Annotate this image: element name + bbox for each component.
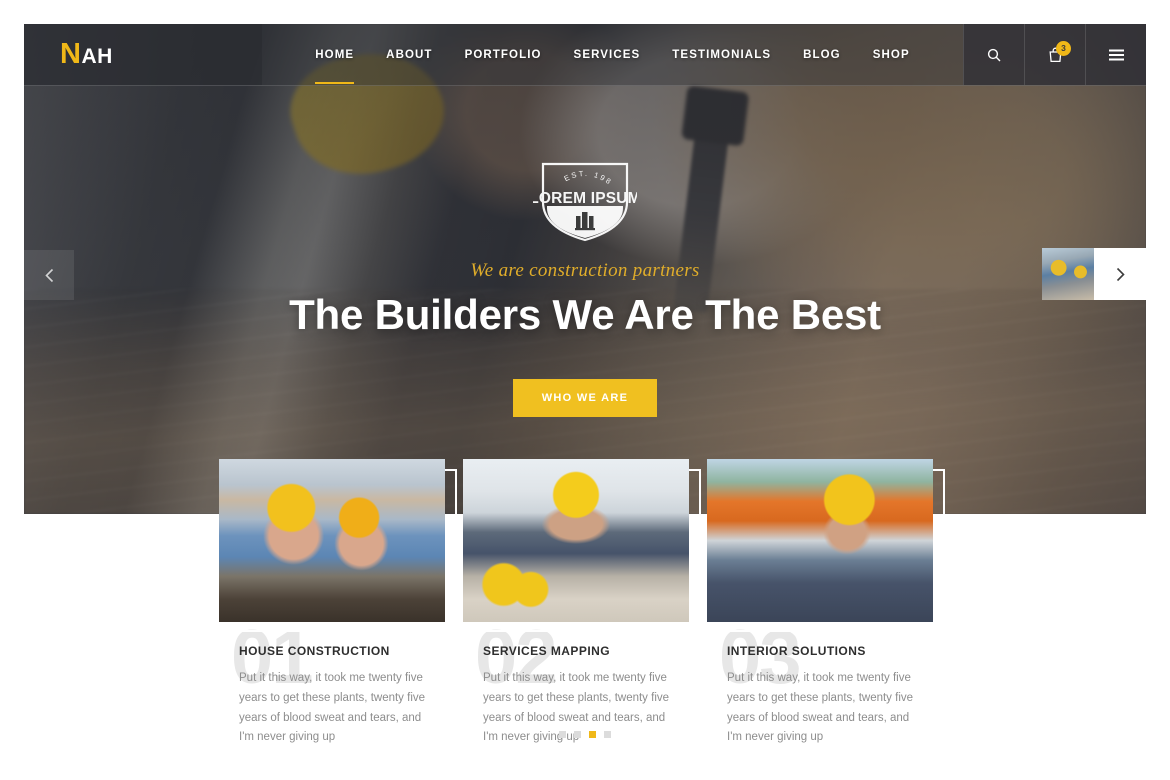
slider-next-button[interactable] bbox=[1094, 248, 1146, 300]
card-title: INTERIOR SOLUTIONS bbox=[727, 644, 866, 658]
page-root: NAH HOME ABOUT PORTFOLIO SERVICES TESTIM… bbox=[0, 0, 1170, 780]
card-media bbox=[707, 459, 945, 632]
card-title: SERVICES MAPPING bbox=[483, 644, 611, 658]
service-cards: 01 HOUSE CONSTRUCTION Put it this way, i… bbox=[0, 459, 1170, 748]
card-media bbox=[463, 459, 701, 632]
logo-rest-letters: AH bbox=[81, 45, 113, 68]
nav-item-testimonials[interactable]: TESTIMONIALS bbox=[672, 27, 771, 83]
chevron-right-icon bbox=[1116, 267, 1125, 281]
slider-next-group bbox=[1042, 248, 1146, 300]
shield-emblem-icon: EST. 1985 LOREM IPSUM bbox=[529, 151, 641, 242]
hero-slider: NAH HOME ABOUT PORTFOLIO SERVICES TESTIM… bbox=[24, 24, 1146, 514]
main-navigation: HOME ABOUT PORTFOLIO SERVICES TESTIMONIA… bbox=[262, 24, 963, 85]
search-icon bbox=[987, 48, 1001, 61]
card-image-house-construction bbox=[219, 459, 445, 622]
nav-item-about[interactable]: ABOUT bbox=[386, 27, 432, 83]
pagination-dot-1[interactable] bbox=[559, 731, 566, 738]
service-card-1[interactable]: 01 HOUSE CONSTRUCTION Put it this way, i… bbox=[219, 459, 463, 748]
logo-area[interactable]: NAH bbox=[24, 24, 262, 85]
service-card-3[interactable]: 03 INTERIOR SOLUTIONS Put it this way, i… bbox=[707, 459, 951, 748]
card-body: 01 HOUSE CONSTRUCTION Put it this way, i… bbox=[219, 620, 463, 748]
next-slide-thumbnail[interactable] bbox=[1042, 248, 1094, 300]
hero-title: The Builders We Are The Best bbox=[289, 291, 881, 338]
nav-item-services[interactable]: SERVICES bbox=[574, 27, 641, 83]
search-button[interactable] bbox=[963, 24, 1024, 85]
badge-name-text: LOREM IPSUM bbox=[533, 190, 637, 207]
card-image-services-mapping bbox=[463, 459, 689, 622]
card-title: HOUSE CONSTRUCTION bbox=[239, 644, 390, 658]
nav-item-home[interactable]: HOME bbox=[315, 27, 355, 84]
pagination-dot-2[interactable] bbox=[574, 731, 581, 738]
card-body: 03 INTERIOR SOLUTIONS Put it this way, i… bbox=[707, 620, 951, 748]
svg-text:EST. 1985: EST. 1985 bbox=[533, 158, 614, 187]
slider-pagination bbox=[0, 731, 1170, 738]
nav-item-shop[interactable]: SHOP bbox=[873, 27, 910, 83]
hero-tagline: We are construction partners bbox=[470, 260, 700, 281]
site-header: NAH HOME ABOUT PORTFOLIO SERVICES TESTIM… bbox=[24, 24, 1146, 86]
header-icon-group: 3 bbox=[963, 24, 1146, 85]
pagination-dot-4[interactable] bbox=[604, 731, 611, 738]
service-card-2[interactable]: 02 SERVICES MAPPING Put it this way, it … bbox=[463, 459, 707, 748]
chevron-left-icon bbox=[44, 268, 53, 282]
nav-item-portfolio[interactable]: PORTFOLIO bbox=[465, 27, 542, 83]
menu-button[interactable] bbox=[1085, 24, 1146, 85]
slider-prev-button[interactable] bbox=[24, 250, 74, 300]
card-body: 02 SERVICES MAPPING Put it this way, it … bbox=[463, 620, 707, 748]
cart-count-badge: 3 bbox=[1056, 41, 1071, 56]
who-we-are-button[interactable]: WHO WE ARE bbox=[512, 379, 658, 417]
badge-est-text: EST. 1985 bbox=[530, 151, 612, 187]
hero-content: EST. 1985 LOREM IPSUM We are constructio… bbox=[24, 86, 1146, 514]
card-image-interior-solutions bbox=[707, 459, 933, 622]
logo-lead-letter: N bbox=[60, 38, 82, 70]
card-media bbox=[219, 459, 457, 632]
hero-emblem-badge: EST. 1985 LOREM IPSUM bbox=[529, 151, 641, 244]
pagination-dot-3[interactable] bbox=[589, 731, 596, 738]
hamburger-menu-icon bbox=[1108, 49, 1124, 60]
site-logo[interactable]: NAH bbox=[60, 40, 113, 69]
cart-button[interactable]: 3 bbox=[1024, 24, 1085, 85]
nav-item-blog[interactable]: BLOG bbox=[803, 27, 841, 83]
